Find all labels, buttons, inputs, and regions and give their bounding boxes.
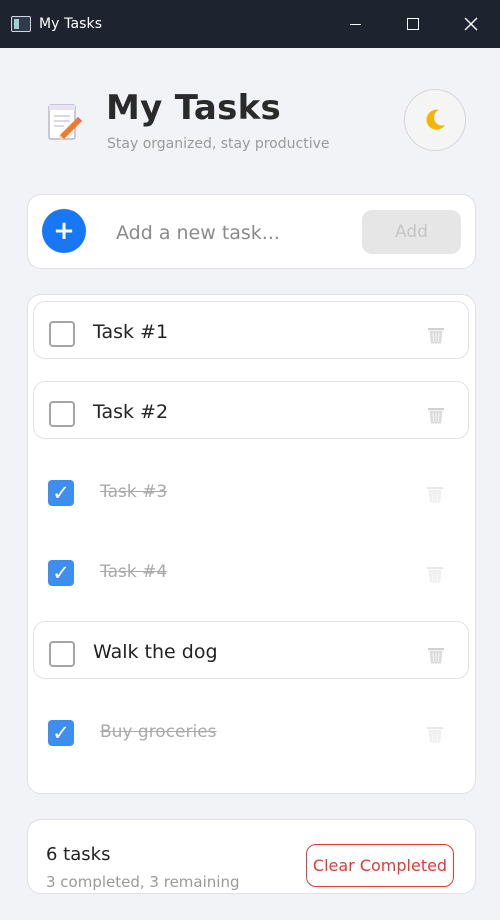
task-item[interactable]: Walk the dog [33, 621, 469, 679]
checkmark-icon: ✓ [52, 721, 70, 745]
task-item[interactable]: ✓ Buy groceries [33, 701, 469, 759]
title-bar: My Tasks [0, 0, 500, 48]
page-title: My Tasks [106, 88, 282, 128]
task-stats: 3 completed, 3 remaining [46, 873, 240, 891]
task-item[interactable]: Task #1 [33, 301, 469, 359]
maximize-icon [407, 18, 419, 30]
window-controls [326, 0, 500, 48]
task-checkbox[interactable]: ✓ [48, 560, 74, 586]
add-circle-button[interactable]: + [42, 209, 86, 253]
task-label: Task #4 [100, 562, 168, 582]
task-checkbox[interactable] [49, 641, 75, 667]
trash-icon[interactable] [426, 325, 446, 345]
trash-icon[interactable] [425, 724, 445, 744]
task-count: 6 tasks [46, 844, 111, 865]
trash-icon[interactable] [426, 645, 446, 665]
task-checkbox[interactable]: ✓ [48, 480, 74, 506]
task-label: Task #2 [93, 401, 169, 423]
trash-icon[interactable] [425, 484, 445, 504]
page-subtitle: Stay organized, stay productive [107, 136, 330, 152]
task-label: Task #3 [100, 482, 168, 502]
notepad-pencil-icon [48, 104, 82, 140]
task-checkbox[interactable] [49, 321, 75, 347]
task-item[interactable]: ✓ Task #3 [33, 461, 469, 519]
task-list: Task #1 Task #2 ✓ Task #3 ✓ Task #4 Walk… [27, 294, 476, 794]
task-label: Task #1 [93, 321, 169, 343]
close-icon [464, 17, 478, 31]
maximize-button[interactable] [384, 0, 442, 48]
add-task-card: + Add [27, 194, 476, 269]
window-title: My Tasks [39, 16, 103, 32]
close-button[interactable] [442, 0, 500, 48]
add-task-button[interactable]: Add [362, 210, 461, 254]
task-item[interactable]: ✓ Task #4 [33, 541, 469, 599]
checkmark-icon: ✓ [52, 561, 70, 585]
task-label: Walk the dog [93, 641, 218, 663]
task-checkbox[interactable] [49, 401, 75, 427]
app-icon [11, 16, 31, 32]
task-checkbox[interactable]: ✓ [48, 720, 74, 746]
task-item[interactable]: Task #2 [33, 381, 469, 439]
footer-card: 6 tasks 3 completed, 3 remaining Clear C… [27, 819, 476, 894]
checkmark-icon: ✓ [52, 481, 70, 505]
trash-icon[interactable] [426, 405, 446, 425]
app-window: My Tasks My Tasks Stay organized, stay p… [0, 0, 500, 920]
plus-icon: + [53, 216, 75, 246]
clear-completed-button[interactable]: Clear Completed [306, 844, 454, 887]
task-label: Buy groceries [100, 722, 217, 742]
trash-icon[interactable] [425, 564, 445, 584]
theme-toggle-button[interactable] [404, 89, 466, 151]
new-task-input[interactable] [114, 216, 348, 250]
moon-icon [426, 109, 445, 130]
minimize-icon [349, 23, 361, 25]
minimize-button[interactable] [326, 0, 384, 48]
